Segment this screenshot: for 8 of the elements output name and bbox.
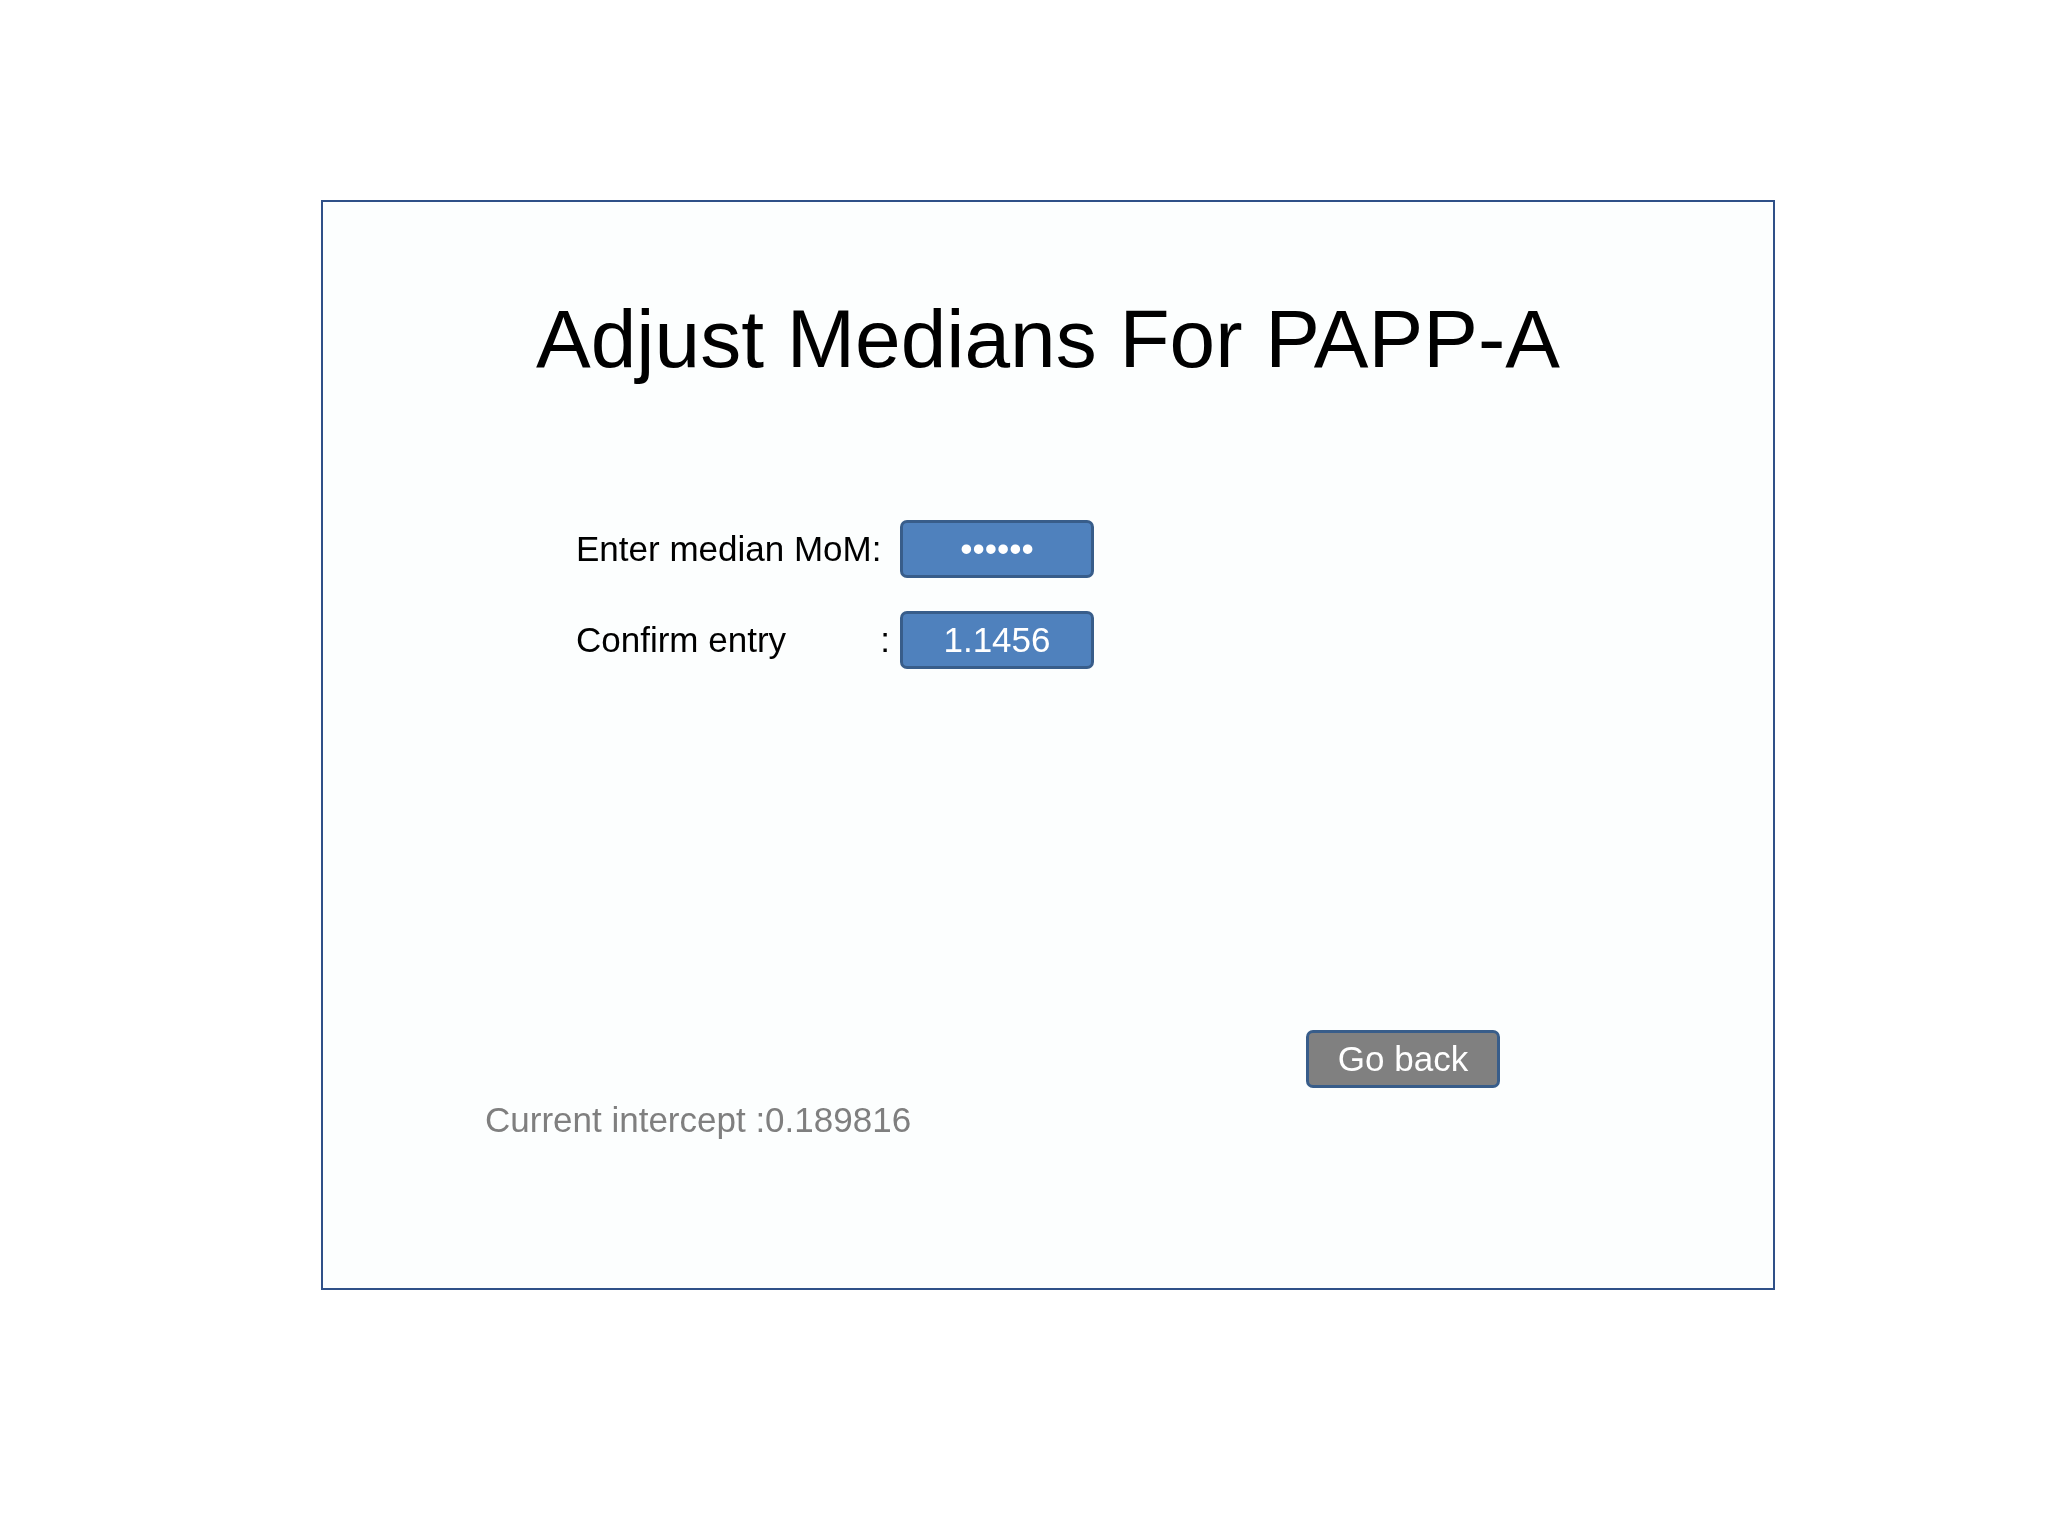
field-label: Confirm entry <box>576 620 787 660</box>
field-separator: : <box>880 620 890 660</box>
input-field[interactable]: 1.1456 <box>900 611 1094 669</box>
status-text: Current intercept :0.189816 <box>485 1100 913 1140</box>
field-label: Enter median MoM: <box>576 529 882 569</box>
input-field[interactable]: •••••• <box>900 520 1094 578</box>
go-back-button[interactable]: Go back <box>1306 1030 1500 1088</box>
page-title: Adjust Medians For PAPP-A <box>535 294 1561 384</box>
